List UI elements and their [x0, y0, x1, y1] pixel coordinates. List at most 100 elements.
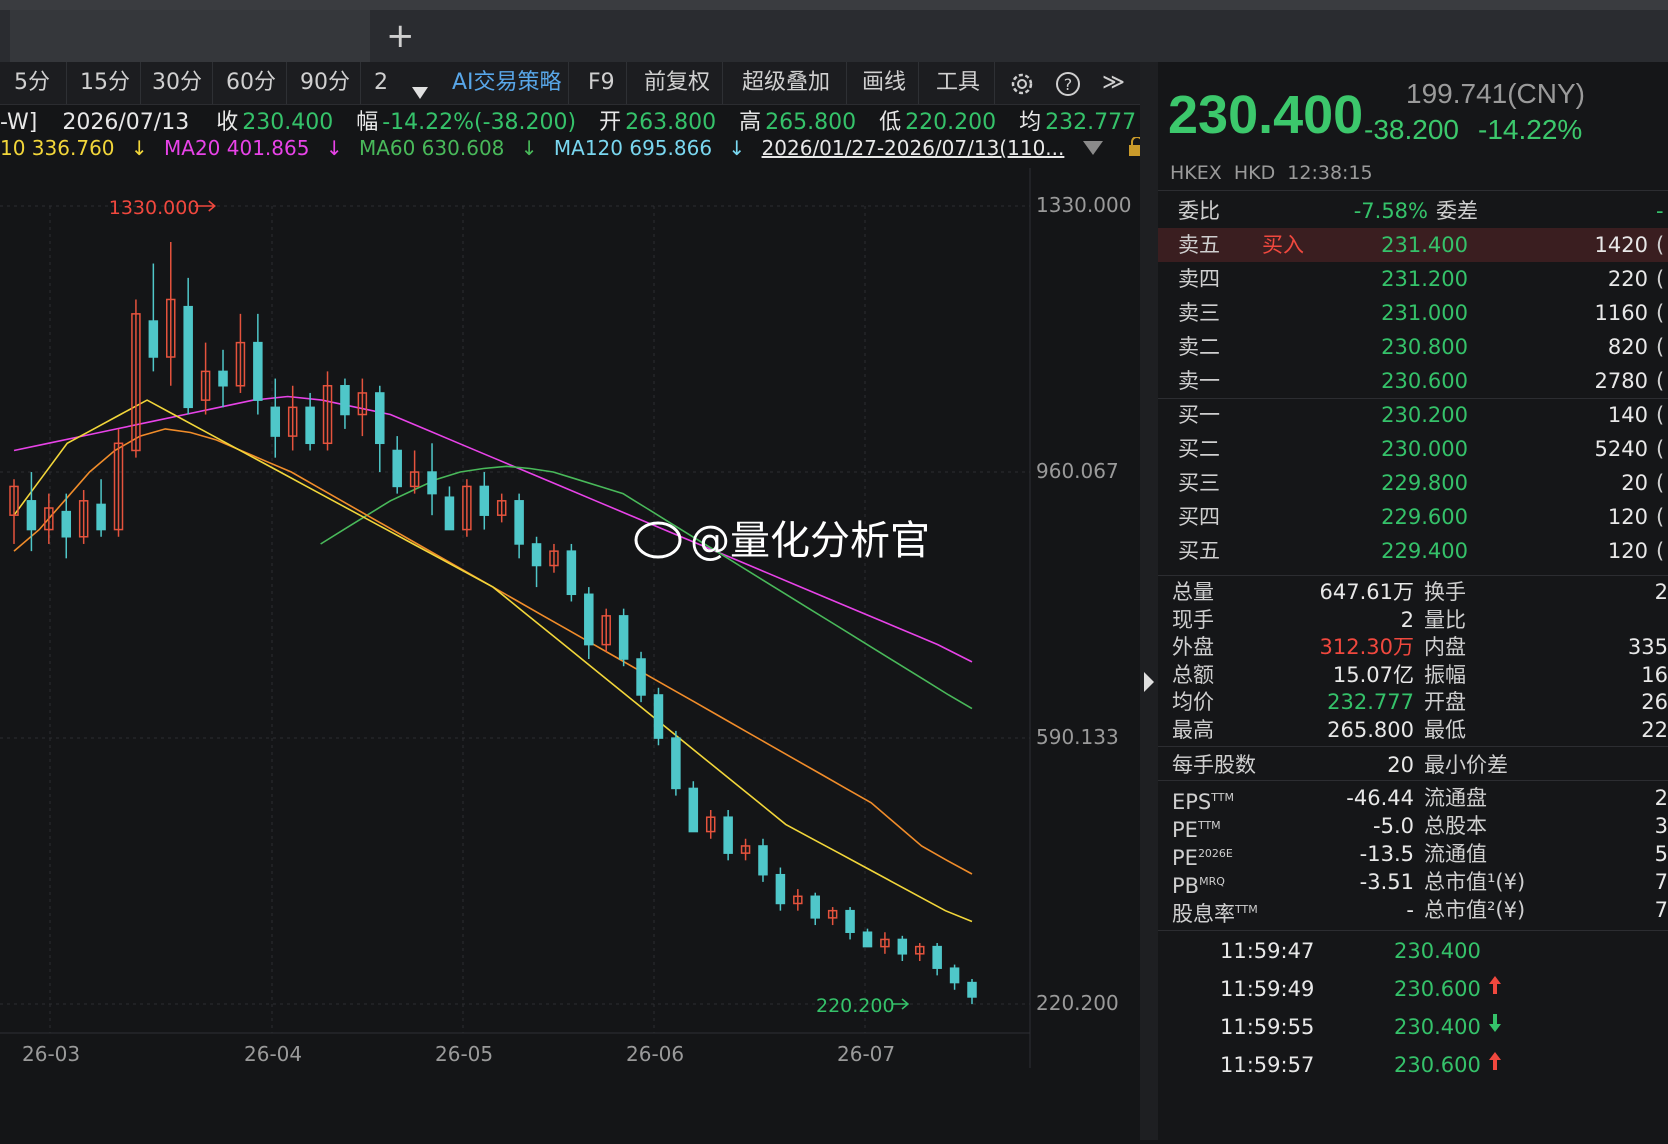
tick-price: 230.400	[1394, 939, 1481, 963]
period-5min[interactable]: 5分	[14, 62, 67, 104]
tick-time: 11:59:57	[1220, 1053, 1315, 1077]
bid-volume: 120	[1607, 539, 1648, 563]
candle-body	[949, 967, 960, 984]
ask-row[interactable]: 卖三 231.000 1160 (	[1158, 296, 1668, 330]
candle-body	[253, 341, 263, 401]
f9-button[interactable]: F9	[588, 62, 627, 104]
period-90min[interactable]: 90分	[300, 62, 361, 104]
ratio-suffix: 2026E	[1197, 847, 1233, 860]
ask-label: 卖二	[1178, 335, 1220, 359]
ratio-label: 委比	[1178, 199, 1220, 223]
ma-legend: 10 336.760 ↓ MA20 401.865 ↓ MA60 630.608…	[0, 136, 1140, 164]
bid-price: 230.000	[1381, 437, 1468, 461]
stat-label-2: 最低	[1424, 717, 1466, 742]
ratio-value-2: 3	[1654, 814, 1668, 838]
quote-panel: 230.400 199.741(CNY) -38.200 -14.22% HKE…	[1158, 62, 1668, 1140]
candle-body	[932, 945, 942, 969]
bid-row[interactable]: 买三 229.800 20 (	[1158, 466, 1668, 500]
y-tick-label: 220.200	[1036, 991, 1119, 1015]
divider	[1158, 780, 1668, 781]
stat-label: 总额	[1172, 662, 1214, 687]
diff-label: 委差	[1436, 199, 1478, 223]
bar-date: 2026/07/13	[62, 110, 190, 132]
stat-value-2: 2	[1654, 580, 1668, 604]
ratio-row: PE2026E -13.5 流通值 5	[1158, 840, 1668, 870]
candle-body	[392, 449, 402, 488]
candle-body	[375, 392, 385, 445]
ma120-arrow: ↓	[728, 136, 746, 160]
ask-price: 230.600	[1381, 369, 1468, 393]
stat-label-2: 量比	[1424, 607, 1466, 632]
ai-strategy-button[interactable]: AI交易策略	[452, 62, 569, 104]
tools-button[interactable]: 工具	[936, 62, 995, 104]
divider	[1158, 575, 1668, 576]
arrow-up-icon	[1488, 972, 1502, 1006]
bid-volume: 120	[1607, 505, 1648, 529]
candle-body	[758, 845, 768, 876]
stat-value: 312.30万	[1319, 635, 1414, 659]
ratio-value: -13.5	[1359, 842, 1414, 866]
ratio-label-2: 流通盘	[1424, 786, 1487, 810]
candle-body	[531, 543, 542, 567]
tick-row: 11:59:49 230.600	[1158, 972, 1668, 1006]
date-range-selector[interactable]: 2026/01/27-2026/07/13(110...	[762, 136, 1065, 160]
tick-time: 11:59:49	[1220, 977, 1315, 1001]
adjust-button[interactable]: 前复权	[644, 62, 723, 104]
candle-body	[479, 485, 490, 516]
avg-label: 均	[1019, 110, 1042, 132]
more-button[interactable]: ≫	[1102, 62, 1125, 104]
ask-row[interactable]: 卖二 230.800 820 (	[1158, 330, 1668, 364]
bid-volume: 140	[1607, 403, 1648, 427]
period-dropdown[interactable]: 2	[374, 62, 388, 104]
ma60-arrow: ↓	[520, 136, 538, 160]
candle-body	[584, 593, 594, 646]
draw-button[interactable]: 画线	[862, 62, 919, 104]
period-30min[interactable]: 30分	[152, 62, 213, 104]
panel-divider[interactable]	[1140, 62, 1158, 1140]
active-tab[interactable]	[10, 10, 370, 62]
lot-row: 每手股数 20 最小价差	[1158, 748, 1668, 782]
candle-body	[618, 615, 629, 660]
kline-chart[interactable]: 1330.000 960.067 590.133 220.200 26-03 26-04 2…	[0, 168, 1140, 1140]
stat-label-2: 换手	[1424, 580, 1466, 604]
period-60min[interactable]: 60分	[226, 62, 287, 104]
order-ratio-row: 委比 -7.58% 委差 -	[1158, 194, 1668, 228]
ask-row[interactable]: 卖五 买入 231.400 1420 (	[1158, 228, 1668, 262]
stat-value-2: 16	[1641, 662, 1668, 687]
stat-label: 外盘	[1172, 635, 1214, 659]
bid-paren: (	[1656, 471, 1665, 495]
overlay-button[interactable]: 超级叠加	[742, 62, 847, 104]
ratio-label-text: PB	[1172, 874, 1200, 898]
ratio-value-2: 2	[1654, 786, 1668, 810]
period-15min[interactable]: 15分	[80, 62, 141, 104]
ratio-row: 股息率TTM - 总市值²(¥) 7	[1158, 896, 1668, 926]
range-dropdown-icon[interactable]	[1081, 138, 1105, 162]
buy-tag: 买入	[1262, 233, 1304, 257]
bid-row[interactable]: 买四 229.600 120 (	[1158, 500, 1668, 534]
divider	[1158, 746, 1668, 747]
bid-row[interactable]: 买五 229.400 120 (	[1158, 534, 1668, 568]
ask-label: 卖四	[1178, 267, 1220, 291]
bid-row[interactable]: 买二 230.000 5240 (	[1158, 432, 1668, 466]
chart-svg[interactable]: 1330.000 960.067 590.133 220.200 26-03 26-04 2…	[0, 168, 1140, 1140]
low-marker: 220.200	[816, 995, 895, 1017]
chevron-down-icon[interactable]	[410, 74, 430, 99]
ask-volume: 1420	[1594, 233, 1648, 257]
low-value: 220.200	[905, 110, 997, 132]
stat-label: 现手	[1172, 607, 1214, 632]
bid-price: 229.800	[1381, 471, 1468, 495]
lock-icon[interactable]	[1127, 136, 1140, 162]
stat-label: 均价	[1172, 690, 1214, 714]
tick-price: 230.600	[1394, 1053, 1481, 1077]
ma10-arrow: ↓	[130, 136, 148, 160]
bid-row[interactable]: 买一 230.200 140 (	[1158, 398, 1668, 432]
ratio-row: PETTM -5.0 总股本 3	[1158, 812, 1668, 842]
ask-row[interactable]: 卖一 230.600 2780 (	[1158, 364, 1668, 398]
collapse-arrow-icon[interactable]	[1140, 662, 1158, 702]
ask-row[interactable]: 卖四 231.200 220 (	[1158, 262, 1668, 296]
ask-price: 231.400	[1381, 233, 1468, 257]
ask-price: 230.800	[1381, 335, 1468, 359]
ratio-label-2: 流通值	[1424, 842, 1487, 866]
y-tick-label: 1330.000	[1036, 193, 1131, 217]
new-tab-button[interactable]: +	[386, 14, 415, 58]
